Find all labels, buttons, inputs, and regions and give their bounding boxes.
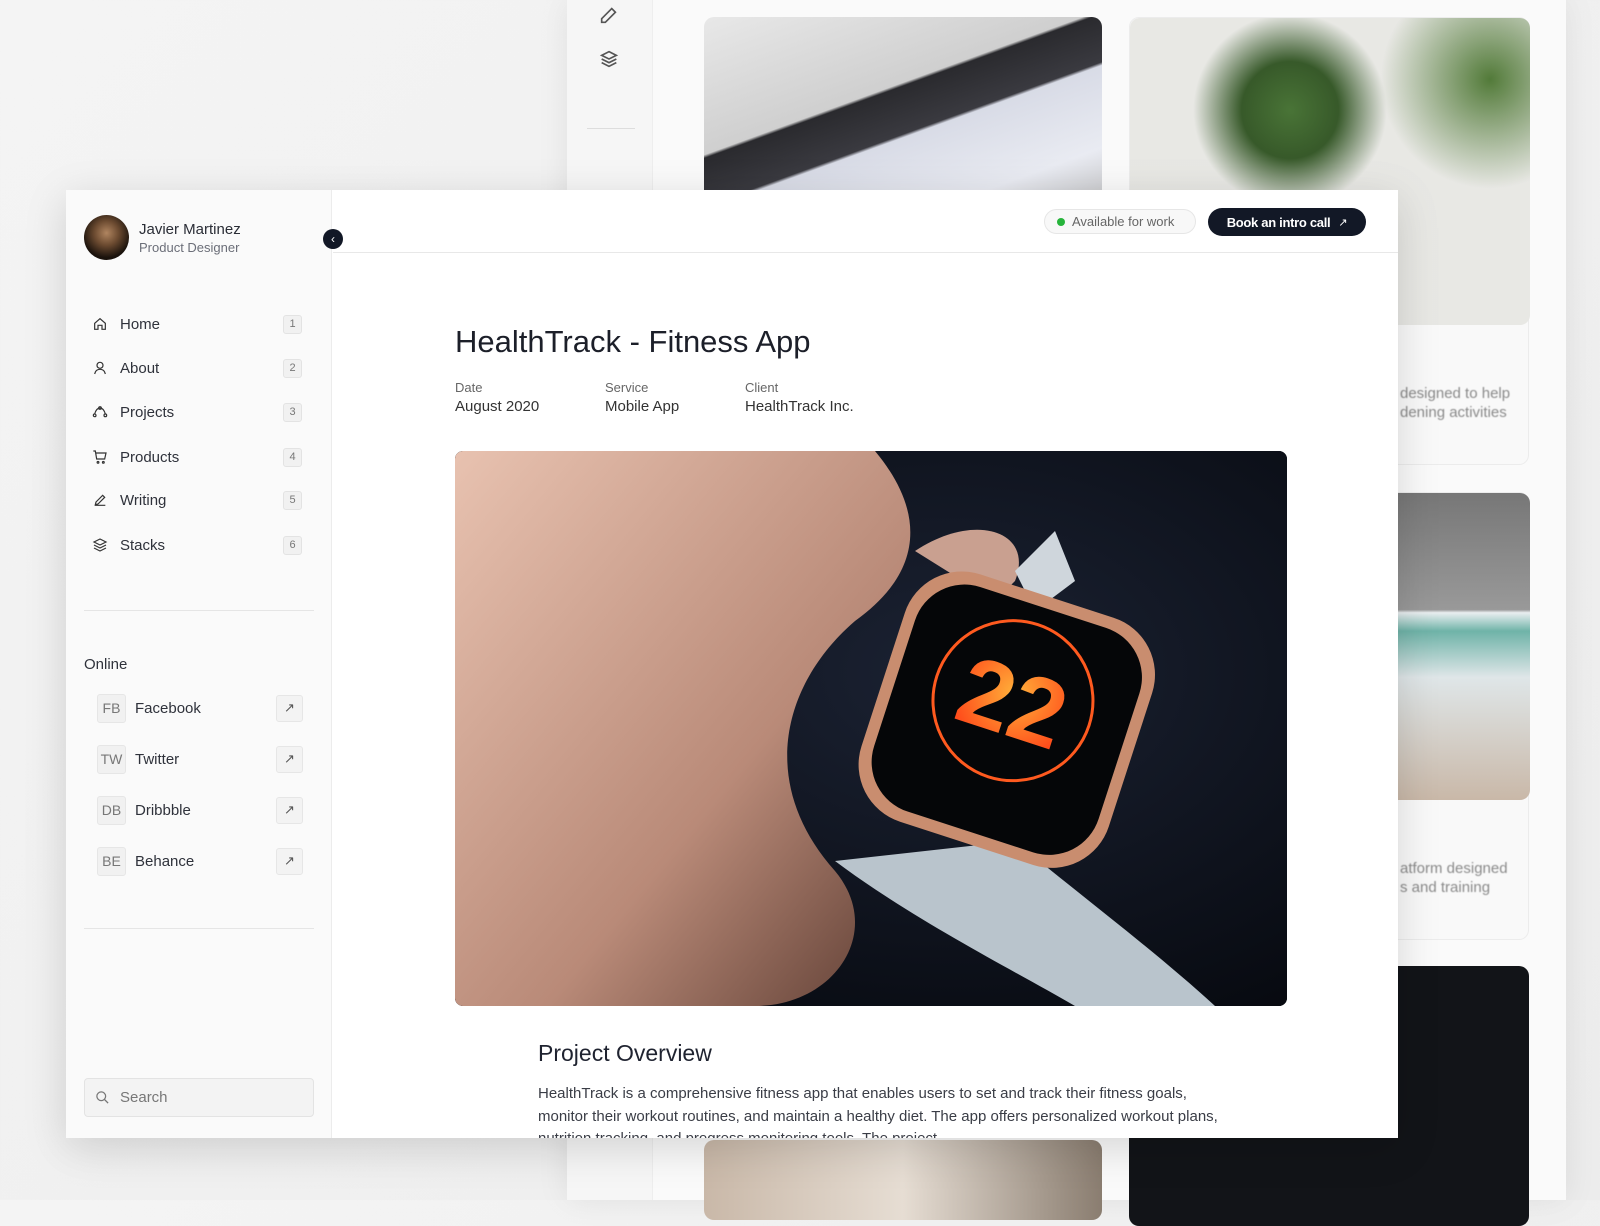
- card-description: atform designed s and training: [1400, 859, 1508, 897]
- meta-label: Service: [605, 380, 649, 395]
- laptop-image: [704, 17, 1102, 217]
- social-link-twitter[interactable]: TW Twitter ↗: [97, 744, 303, 774]
- status-text: Available for work: [1072, 214, 1175, 229]
- divider: [84, 928, 314, 929]
- desk-image: [704, 1140, 1102, 1220]
- pen-icon: [94, 494, 106, 506]
- shortcut-badge: 1: [283, 314, 302, 334]
- sidebar-item-label: Products: [120, 448, 180, 466]
- social-link-dribbble[interactable]: DB Dribbble ↗: [97, 795, 303, 825]
- divider: [84, 610, 314, 611]
- availability-badge: Available for work: [1044, 209, 1196, 234]
- card-text: atform designed: [1400, 860, 1508, 877]
- shortcut-badge: 2: [283, 358, 302, 378]
- sidebar-item-products[interactable]: Products 4: [90, 442, 302, 472]
- social-label: Twitter: [135, 750, 180, 768]
- card-text: s and training: [1400, 879, 1491, 896]
- bezier-icon: [92, 406, 108, 418]
- meta-client: Client HealthTrack Inc.: [745, 380, 854, 415]
- sidebar-item-label: About: [120, 359, 160, 377]
- sidebar-item-about[interactable]: About 2: [90, 353, 302, 383]
- search-input[interactable]: Search: [84, 1078, 314, 1117]
- meta-value: HealthTrack Inc.: [745, 398, 854, 415]
- shortcut-badge: 4: [283, 447, 302, 467]
- external-link-icon[interactable]: ↗: [276, 745, 303, 773]
- social-label: Behance: [135, 852, 195, 870]
- profile-name: Javier Martinez: [139, 221, 241, 238]
- social-label: Facebook: [135, 699, 201, 717]
- facebook-abbr: FB: [97, 693, 126, 723]
- overview-paragraph: HealthTrack is a comprehensive fitness a…: [538, 1085, 1218, 1138]
- sidebar-item-stacks[interactable]: Stacks 6: [90, 530, 302, 560]
- shortcut-badge: 6: [283, 535, 302, 555]
- cart-icon: [93, 450, 107, 464]
- section-heading: Project Overview: [538, 1040, 712, 1066]
- layers-icon: [92, 538, 108, 552]
- chevron-left-icon: ‹: [331, 232, 335, 246]
- page-title: HealthTrack - Fitness App: [455, 324, 811, 359]
- sidebar-item-projects[interactable]: Projects 3: [90, 397, 302, 427]
- card-description: designed to help dening activities: [1400, 384, 1510, 422]
- arrow-up-right-icon: ↗: [1338, 216, 1348, 229]
- online-heading: Online: [84, 656, 128, 673]
- meta-label: Date: [455, 380, 483, 395]
- sidebar-item-label: Writing: [120, 491, 167, 509]
- user-icon: [94, 361, 106, 375]
- card-text: designed to help: [1400, 385, 1511, 402]
- divider: [587, 128, 635, 129]
- sidebar-item-label: Home: [120, 315, 161, 333]
- social-link-facebook[interactable]: FB Facebook ↗: [97, 693, 303, 723]
- external-link-icon[interactable]: ↗: [276, 847, 303, 875]
- top-bar: Available for work Book an intro call ↗: [333, 190, 1398, 253]
- shortcut-badge: 5: [283, 490, 302, 510]
- sidebar-item-home[interactable]: Home 1: [90, 309, 302, 339]
- meta-value: August 2020: [455, 398, 540, 415]
- sidebar-item-label: Projects: [120, 403, 175, 421]
- home-icon: [94, 317, 106, 330]
- button-label: Book an intro call: [1226, 214, 1331, 230]
- meta-service: Service Mobile App: [605, 380, 679, 415]
- shortcut-badge: 3: [283, 402, 302, 422]
- social-link-behance[interactable]: BE Behance ↗: [97, 846, 303, 876]
- avatar[interactable]: [84, 215, 129, 260]
- profile-role: Product Designer: [139, 240, 240, 255]
- search-icon: [96, 1091, 109, 1104]
- layers-icon: [599, 50, 619, 68]
- hero-image: 22: [455, 451, 1287, 1006]
- main-window: Javier Martinez Product Designer Home 1 A…: [66, 190, 1398, 1138]
- search-placeholder: Search: [120, 1089, 168, 1106]
- dribbble-abbr: DB: [97, 795, 126, 825]
- meta-date: Date August 2020: [455, 380, 539, 415]
- sidebar-item-writing[interactable]: Writing 5: [90, 485, 302, 515]
- behance-abbr: BE: [97, 846, 126, 876]
- book-intro-call-button[interactable]: Book an intro call ↗: [1208, 208, 1366, 236]
- external-link-icon[interactable]: ↗: [276, 796, 303, 824]
- sidebar: Javier Martinez Product Designer Home 1 A…: [66, 190, 332, 1138]
- meta-label: Client: [745, 380, 779, 395]
- sidebar-item-label: Stacks: [120, 536, 166, 554]
- twitter-abbr: TW: [97, 744, 126, 774]
- social-label: Dribbble: [135, 801, 191, 819]
- status-dot-icon: [1057, 217, 1065, 226]
- smartwatch-photo: 22: [455, 451, 1287, 1006]
- meta-value: Mobile App: [605, 398, 680, 415]
- collapse-sidebar-button[interactable]: ‹: [323, 229, 343, 249]
- pen-icon: [600, 7, 617, 24]
- card-text: dening activities: [1400, 404, 1507, 421]
- external-link-icon[interactable]: ↗: [276, 694, 303, 722]
